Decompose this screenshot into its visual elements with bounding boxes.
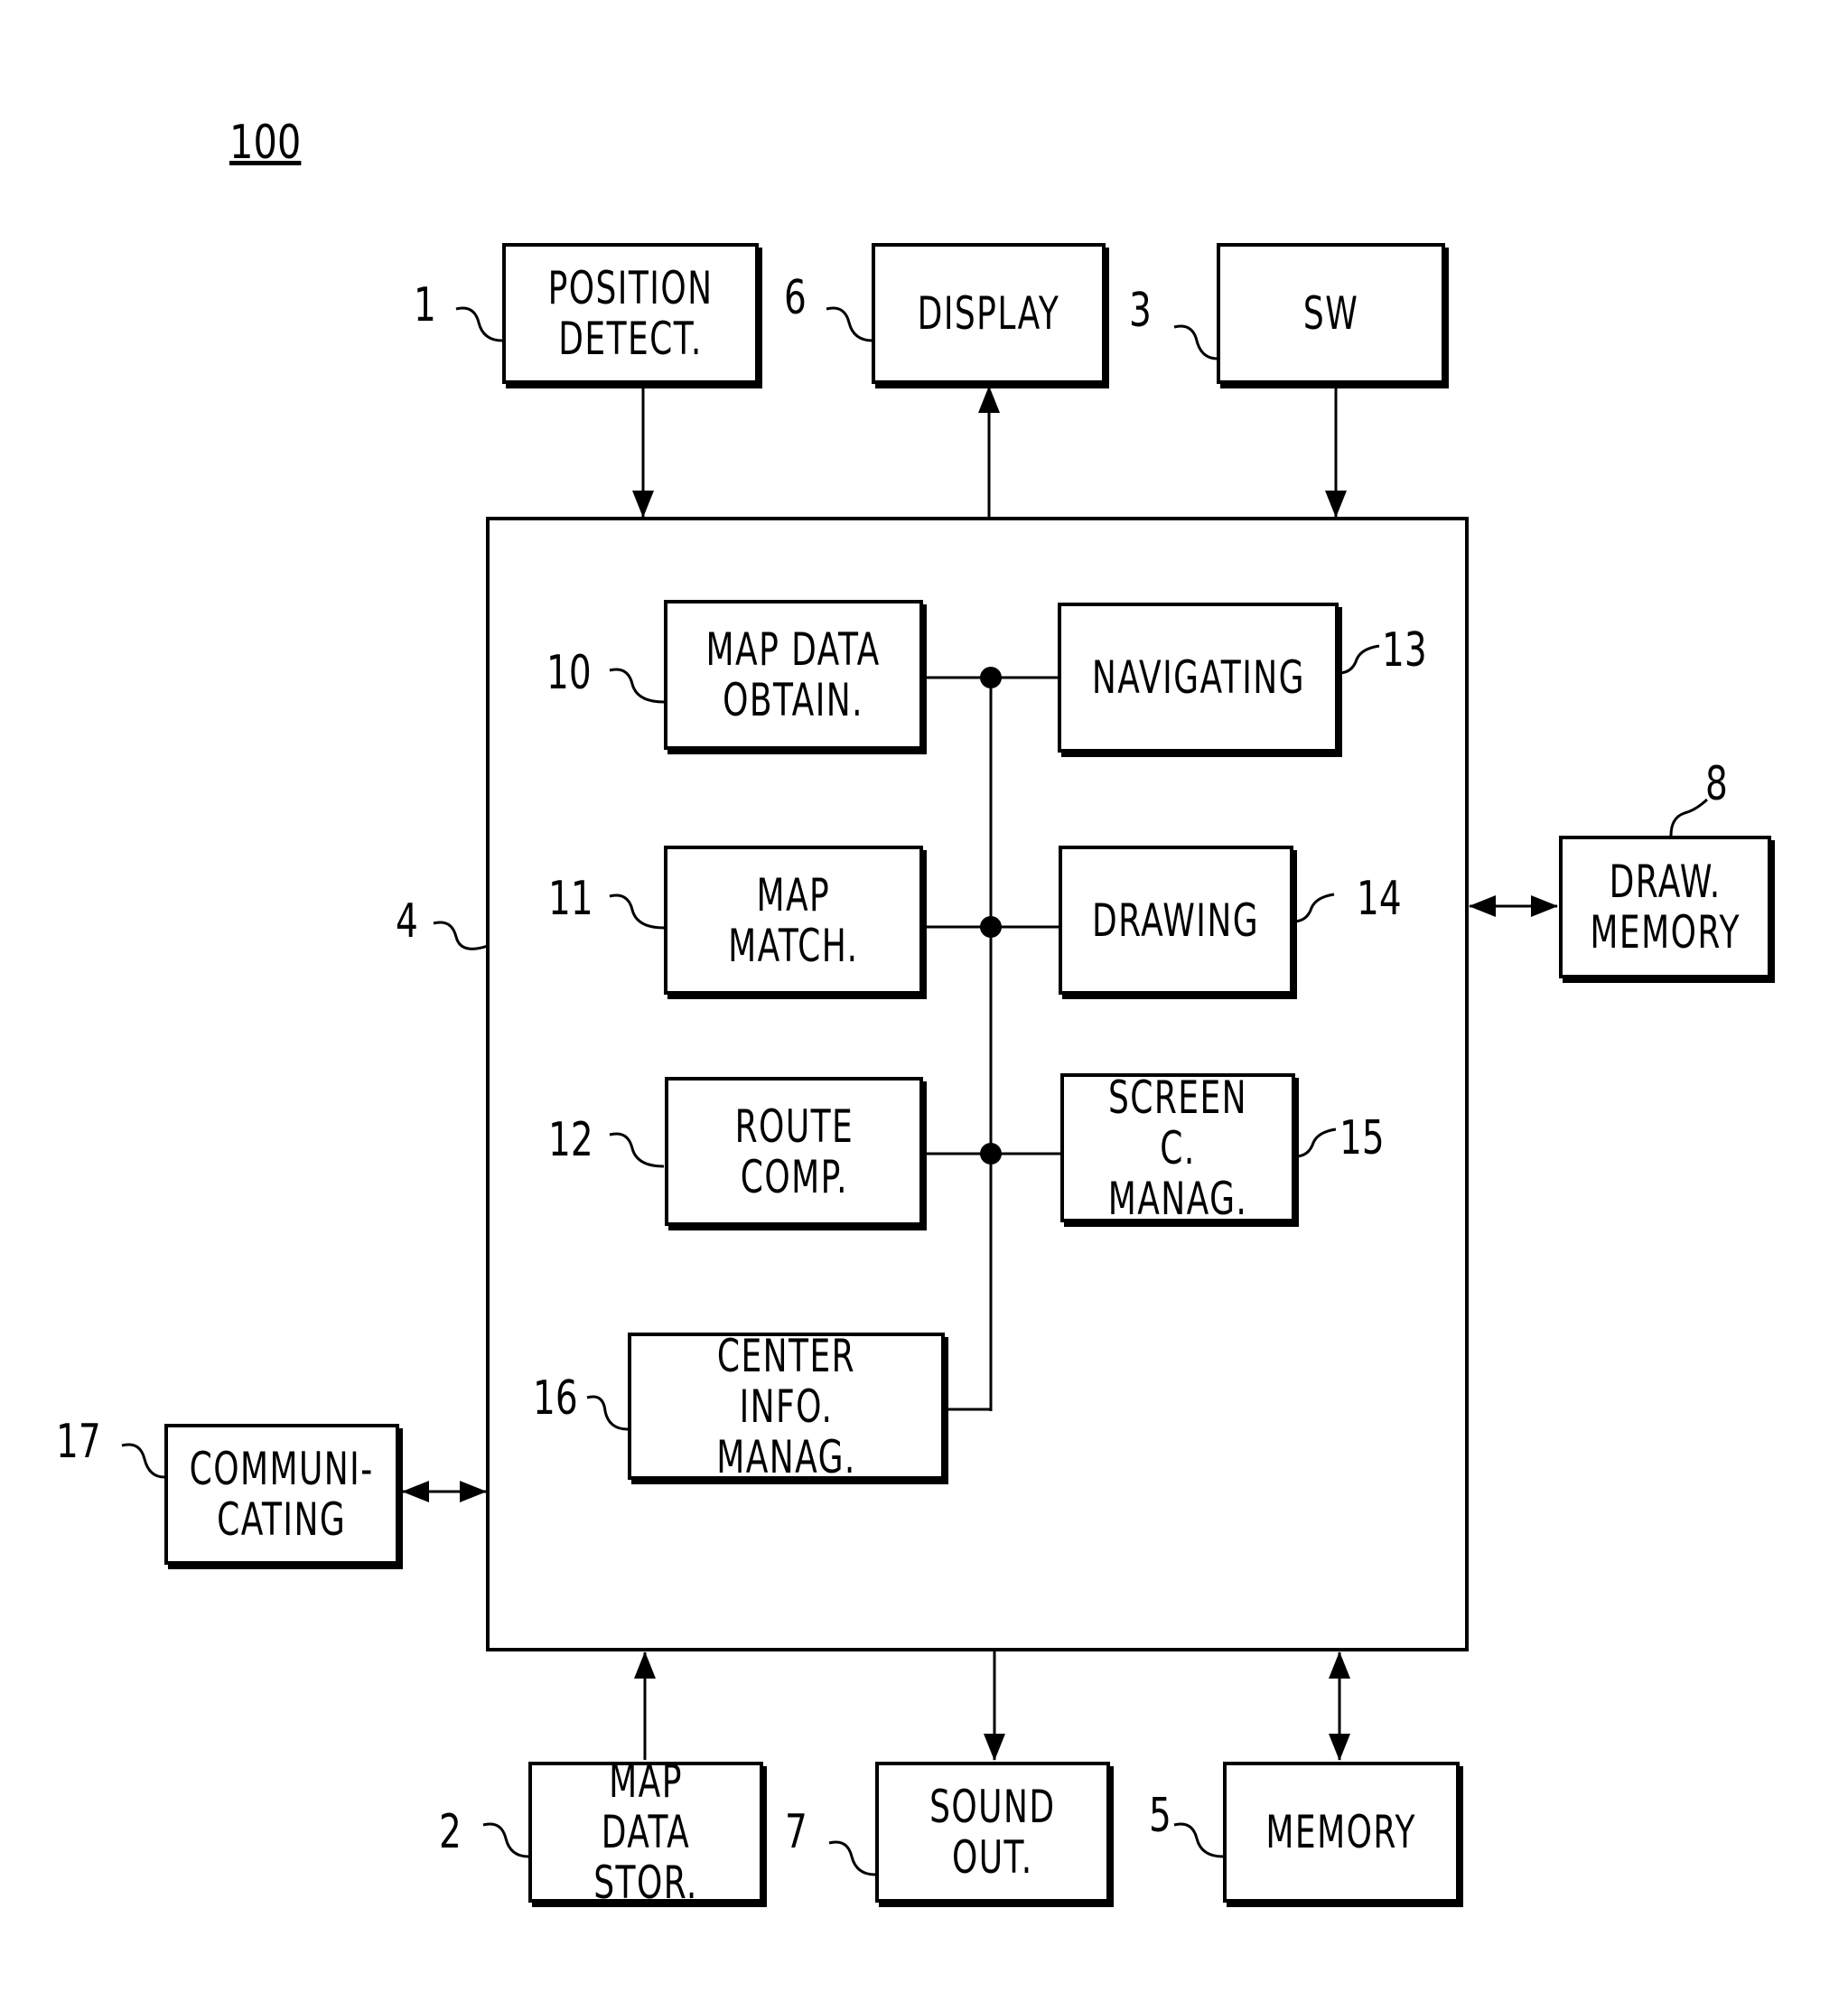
block-label: SOUND OUT. (929, 1781, 1056, 1884)
ref-numeral: 14 (1357, 872, 1402, 926)
navigating-block: NAVIGATING (1058, 603, 1339, 753)
block-label: SCREEN C. MANAG. (1107, 1071, 1248, 1225)
ref-numeral: 7 (785, 1805, 807, 1859)
route-comp-block: ROUTE COMP. (665, 1077, 923, 1226)
memory-block: MEMORY (1223, 1762, 1460, 1903)
ref-numeral: 10 (546, 646, 592, 700)
block-label: CENTER INFO. MANAG. (716, 1329, 856, 1483)
ref-numeral: 16 (533, 1371, 578, 1426)
ref-numeral: 5 (1149, 1789, 1171, 1843)
bus-junction-dot (980, 916, 1002, 938)
ref-numeral: 3 (1129, 284, 1152, 338)
ref-numeral: 17 (56, 1415, 101, 1469)
ref-numeral: 8 (1705, 757, 1728, 811)
bus-junction-dot (980, 667, 1002, 688)
block-label: MAP DATA STOR. (593, 1755, 698, 1909)
block-label: ROUTE COMP. (734, 1099, 854, 1203)
ref-numeral: 1 (414, 278, 436, 332)
block-label: SW (1302, 287, 1359, 340)
block-label: NAVIGATING (1091, 651, 1305, 704)
block-label: POSITION DETECT. (547, 262, 714, 365)
bus-junction-dot (980, 1143, 1002, 1165)
screen-c-manag-block: SCREEN C. MANAG. (1060, 1071, 1295, 1225)
block-label: COMMUNI- CATING (189, 1443, 375, 1546)
ref-numeral: 12 (548, 1113, 593, 1167)
ref-numeral: 4 (396, 894, 418, 949)
sound-out-block: SOUND OUT. (875, 1762, 1110, 1903)
block-label: MAP MATCH. (728, 868, 859, 972)
map-data-stor-block: MAP DATA STOR. (528, 1756, 763, 1908)
map-match-block: MAP MATCH. (664, 846, 923, 995)
map-data-obtain-block: MAP DATA OBTAIN. (664, 600, 923, 750)
ref-numeral: 13 (1382, 623, 1427, 678)
sw-block: SW (1217, 243, 1445, 384)
position-detect-block: POSITION DETECT. (502, 243, 759, 384)
ref-numeral: 6 (784, 271, 807, 325)
ref-numeral: 11 (548, 872, 593, 926)
block-label: MEMORY (1265, 1806, 1417, 1858)
center-info-manag-block: CENTER INFO. MANAG. (628, 1329, 945, 1483)
ref-numeral: 2 (439, 1805, 462, 1859)
block-label: DISPLAY (917, 287, 1060, 340)
drawing-block: DRAWING (1059, 846, 1293, 995)
block-label: DRAW. MEMORY (1590, 856, 1741, 959)
display-block: DISPLAY (872, 243, 1106, 384)
ref-numeral: 15 (1339, 1111, 1385, 1165)
draw-memory-block: DRAW. MEMORY (1559, 836, 1771, 978)
block-label: DRAWING (1092, 893, 1260, 947)
block-label: MAP DATA OBTAIN. (705, 623, 882, 726)
communicating-block: COMMUNI- CATING (164, 1424, 399, 1565)
